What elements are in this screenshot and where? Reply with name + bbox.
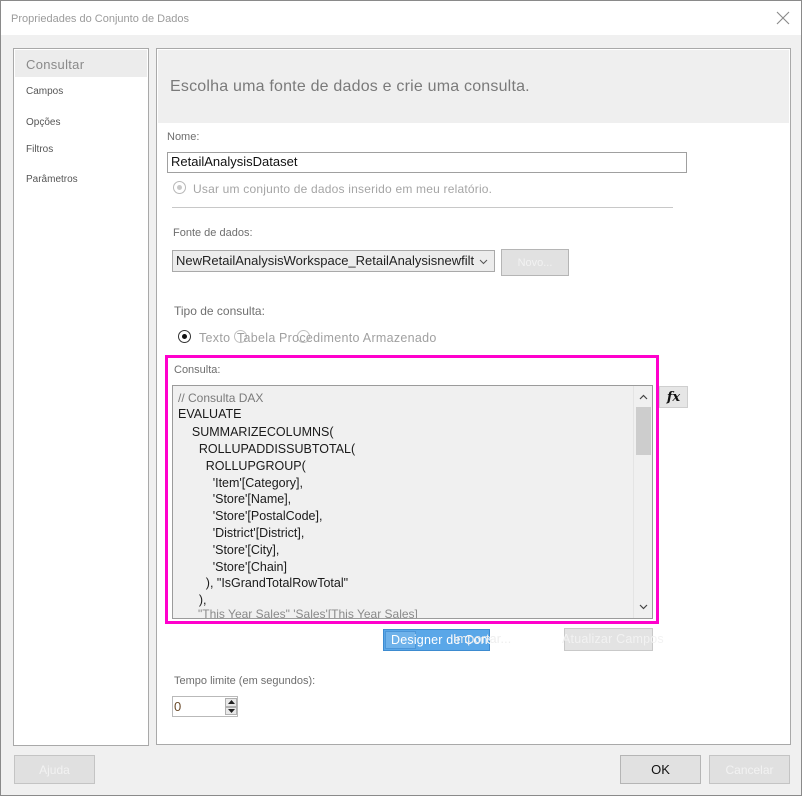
query-line: ROLLUPADDISSUBTOTAL( [178, 442, 356, 456]
sidebar-item-label: Consultar [26, 57, 85, 72]
sidebar-item-parametros[interactable]: Parâmetros [26, 174, 78, 185]
panel-header: Escolha uma fonte de dados e crie uma co… [158, 50, 789, 123]
dataset-properties-dialog: Propriedades do Conjunto de Dados Consul… [0, 0, 802, 796]
sidebar-item-consultar[interactable]: Consultar [15, 50, 147, 77]
query-type-label: Tipo de consulta: [174, 304, 265, 318]
timeout-spinner[interactable]: 0 [172, 696, 238, 717]
datasource-value: NewRetailAnalysisWorkspace_RetailAnalysi… [176, 253, 474, 268]
scroll-thumb[interactable] [636, 407, 651, 455]
sidebar-item-campos[interactable]: Campos [26, 86, 63, 97]
query-type-table-label: Tabela [237, 331, 276, 345]
spinner-buttons [225, 698, 237, 715]
name-input[interactable]: RetailAnalysisDataset [167, 152, 687, 173]
query-line: "This Year Sales" 'Sales'[This Year Sale… [178, 607, 418, 619]
triangle-up-icon [227, 700, 235, 705]
ok-button[interactable]: OK [620, 755, 701, 784]
query-line: 'Item'[Category], [178, 476, 303, 490]
refresh-fields-label: Atualizar Campos [562, 632, 664, 646]
chevron-down-icon [639, 604, 648, 610]
refresh-fields-button[interactable]: Atualizar Campos [562, 628, 664, 651]
new-datasource-button[interactable]: Novo... [501, 249, 569, 276]
name-input-value: RetailAnalysisDataset [171, 154, 298, 169]
dialog-title: Propriedades do Conjunto de Dados [11, 13, 189, 25]
fx-icon: fx [666, 389, 681, 405]
query-line: 'Store'[Name], [178, 492, 292, 506]
panel-heading: Escolha uma fonte de dados e crie uma co… [170, 78, 530, 95]
query-scrollbar[interactable] [633, 386, 652, 618]
close-icon [776, 11, 790, 25]
query-type-text-label: Texto [199, 331, 231, 345]
query-line: 'Store'[PostalCode], [178, 509, 323, 523]
import-button[interactable]: Importar... [453, 632, 511, 646]
embedded-dataset-label: Usar um conjunto de dados inserido em me… [193, 182, 493, 196]
datasource-dropdown[interactable]: NewRetailAnalysisWorkspace_RetailAnalysi… [172, 250, 495, 272]
sidebar-nav: Consultar Campos Opções Filtros Parâmetr… [13, 48, 149, 746]
chevron-down-icon [479, 259, 488, 265]
query-line: // Consulta DAX [178, 391, 264, 405]
help-button[interactable]: Ajuda [14, 755, 95, 784]
scroll-up-button[interactable] [637, 390, 650, 404]
name-label: Nome: [167, 131, 200, 143]
query-type-stored-procedure-label: Procedimento Armazenado [279, 331, 437, 345]
chevron-up-icon [639, 394, 648, 400]
query-line: 'District'[District], [178, 526, 305, 540]
close-button[interactable] [769, 6, 797, 30]
timeout-label: Tempo limite (em segundos): [174, 675, 316, 687]
query-textarea[interactable]: // Consulta DAX EVALUATE SUMMARIZECOLUMN… [172, 385, 653, 619]
embedded-dataset-radio[interactable] [173, 181, 186, 194]
sidebar-item-filtros[interactable]: Filtros [26, 144, 53, 155]
scroll-down-button[interactable] [637, 600, 650, 614]
query-line: ), [178, 593, 207, 607]
query-line: EVALUATE [178, 407, 242, 421]
title-bar: Propriedades do Conjunto de Dados [1, 1, 801, 35]
query-line: 'Store'[City], [178, 543, 280, 557]
spinner-up-button[interactable] [225, 698, 237, 707]
triangle-down-icon [227, 708, 235, 713]
cancel-button[interactable]: Cancelar [709, 755, 790, 784]
datasource-label: Fonte de dados: [173, 227, 253, 239]
query-line: ROLLUPGROUP( [178, 459, 306, 473]
timeout-value: 0 [174, 699, 182, 714]
sidebar-item-opcoes[interactable]: Opções [26, 117, 60, 128]
query-line: SUMMARIZECOLUMNS( [178, 425, 334, 439]
query-label: Consulta: [174, 364, 221, 376]
query-line: ), "IsGrandTotalRowTotal" [178, 576, 349, 590]
separator [172, 207, 673, 208]
query-line: 'Store'[Chain] [178, 560, 287, 574]
query-type-text-radio[interactable] [178, 330, 191, 343]
expression-button[interactable]: fx [659, 386, 688, 408]
spinner-down-button[interactable] [225, 706, 237, 715]
